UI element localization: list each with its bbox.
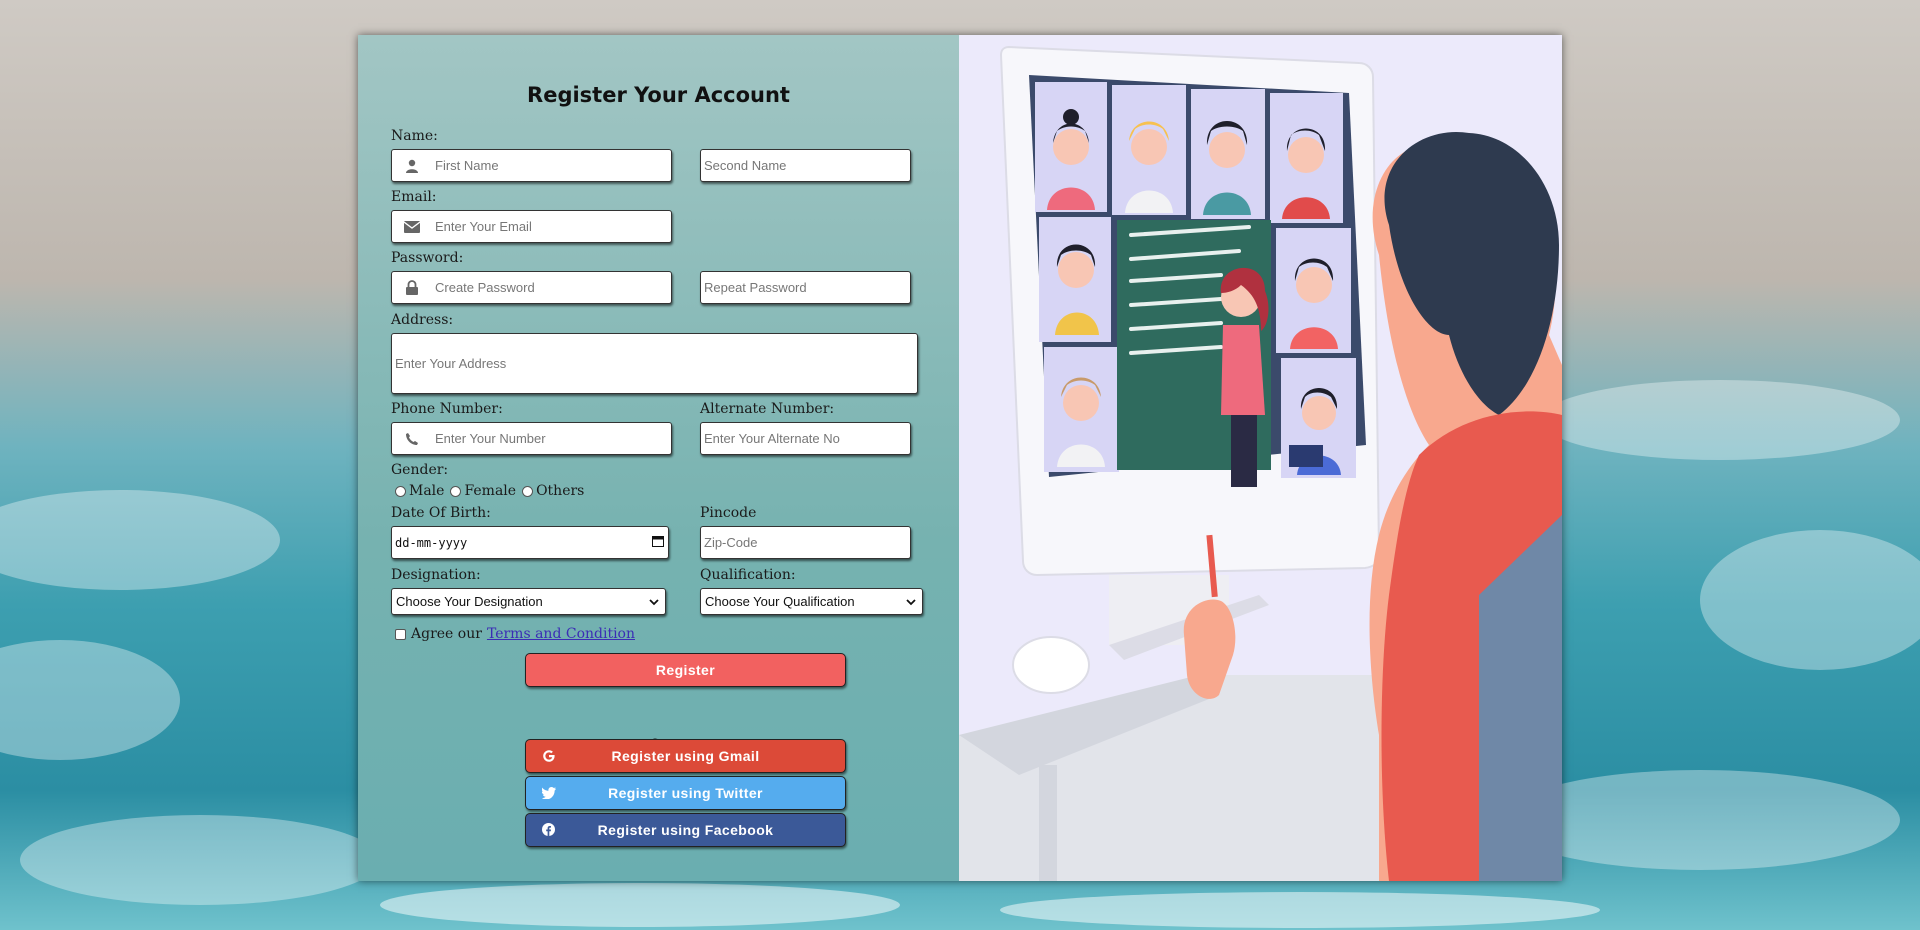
- gender-radio-group: Male Female Others: [395, 483, 584, 499]
- register-twitter-button[interactable]: Register using Twitter: [525, 776, 846, 810]
- gender-option-female: Female: [464, 483, 517, 499]
- qualification-selected: Choose Your Qualification: [705, 594, 855, 609]
- repeat-password-placeholder: Repeat Password: [704, 280, 807, 295]
- facebook-icon: [542, 823, 556, 837]
- qualification-select[interactable]: Choose Your Qualification: [700, 588, 923, 615]
- register-twitter-label: Register using Twitter: [608, 785, 763, 801]
- email-placeholder: Enter Your Email: [435, 219, 532, 234]
- gender-option-male: Male: [409, 483, 445, 499]
- dob-placeholder: dd-mm-yyyy: [395, 535, 468, 550]
- pincode-input[interactable]: Zip-Code: [700, 526, 911, 559]
- designation-select[interactable]: Choose Your Designation: [391, 588, 666, 615]
- name-label: Name:: [391, 128, 438, 144]
- address-placeholder: Enter Your Address: [395, 356, 507, 371]
- qualification-label: Qualification:: [700, 567, 796, 583]
- registration-card: Register Your Account Name: First Name S…: [358, 35, 1562, 881]
- dob-label: Date Of Birth:: [391, 505, 491, 521]
- register-gmail-label: Register using Gmail: [611, 748, 760, 764]
- gender-radio-female[interactable]: [450, 485, 462, 497]
- user-icon: [392, 150, 432, 181]
- designation-label: Designation:: [391, 567, 481, 583]
- gender-option-others: Others: [536, 483, 585, 499]
- register-button[interactable]: Register: [525, 653, 846, 687]
- gender-label: Gender:: [391, 462, 449, 478]
- email-label: Email:: [391, 189, 437, 205]
- pincode-placeholder: Zip-Code: [704, 535, 758, 550]
- terms-row: Agree our Terms and Condition: [395, 626, 635, 642]
- register-gmail-button[interactable]: Register using Gmail: [525, 739, 846, 773]
- envelope-icon: [392, 211, 432, 242]
- first-name-placeholder: First Name: [435, 158, 499, 173]
- phone-placeholder: Enter Your Number: [435, 431, 546, 446]
- address-textarea[interactable]: Enter Your Address: [391, 333, 918, 394]
- second-name-input[interactable]: Second Name: [700, 149, 911, 182]
- pincode-label: Pincode: [700, 505, 757, 521]
- password-label: Password:: [391, 250, 464, 266]
- alternate-number-placeholder: Enter Your Alternate No: [704, 431, 840, 446]
- first-name-input[interactable]: First Name: [391, 149, 672, 182]
- terms-link[interactable]: Terms and Condition: [487, 626, 635, 642]
- agree-checkbox[interactable]: [395, 628, 406, 640]
- registration-form: Register Your Account Name: First Name S…: [358, 35, 959, 881]
- alternate-number-input[interactable]: Enter Your Alternate No: [700, 422, 911, 455]
- repeat-password-input[interactable]: Repeat Password: [700, 271, 911, 304]
- chevron-down-icon: [649, 594, 659, 609]
- designation-selected: Choose Your Designation: [396, 594, 543, 609]
- google-icon: [542, 749, 556, 763]
- calendar-icon[interactable]: [652, 535, 664, 550]
- twitter-icon: [541, 786, 556, 800]
- password-input[interactable]: Create Password: [391, 271, 672, 304]
- email-input[interactable]: Enter Your Email: [391, 210, 672, 243]
- password-placeholder: Create Password: [435, 280, 535, 295]
- dob-input[interactable]: dd-mm-yyyy: [391, 526, 669, 559]
- second-name-placeholder: Second Name: [704, 158, 787, 173]
- phone-icon: [392, 423, 432, 454]
- gender-radio-male[interactable]: [395, 485, 406, 497]
- lock-icon: [392, 272, 432, 303]
- address-label: Address:: [391, 312, 454, 328]
- chevron-down-icon: [906, 594, 916, 609]
- phone-input[interactable]: Enter Your Number: [391, 422, 672, 455]
- phone-label: Phone Number:: [391, 401, 503, 417]
- register-facebook-button[interactable]: Register using Facebook: [525, 813, 846, 847]
- agree-text: Agree our: [411, 626, 482, 642]
- register-facebook-label: Register using Facebook: [597, 822, 774, 838]
- alternate-number-label: Alternate Number:: [700, 401, 835, 417]
- hero-illustration: [959, 35, 1562, 881]
- gender-radio-others[interactable]: [522, 485, 534, 497]
- page-title: Register Your Account: [527, 83, 790, 107]
- video-call-illustration: [959, 45, 1562, 881]
